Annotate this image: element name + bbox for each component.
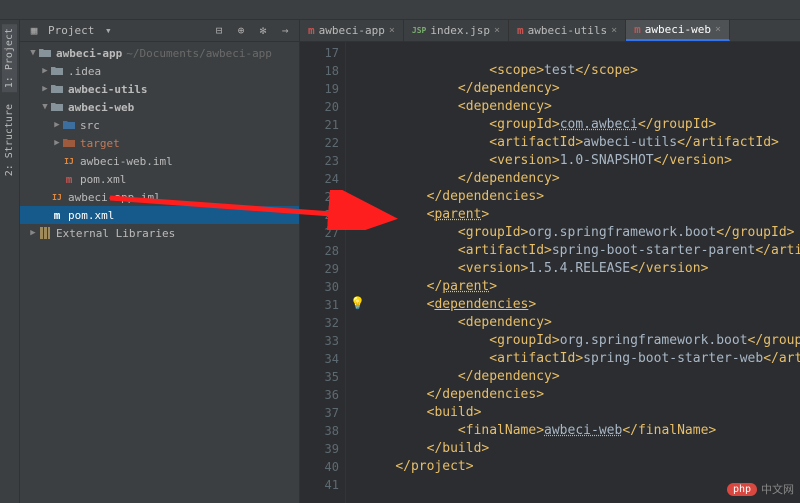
folder-icon <box>50 82 64 96</box>
maven-icon: m <box>517 24 524 37</box>
tree-root[interactable]: ▼ awbeci-app ~/Documents/awbeci-app <box>20 44 299 62</box>
iml-icon: IJ <box>50 190 64 204</box>
tab-label: awbeci-web <box>645 23 711 36</box>
tab-label: awbeci-utils <box>528 24 607 37</box>
close-icon[interactable]: × <box>715 24 721 35</box>
dropdown-icon[interactable]: ▾ <box>100 23 116 39</box>
tree-item-utils[interactable]: ▶ awbeci-utils <box>20 80 299 98</box>
watermark: php 中文网 <box>727 481 794 497</box>
project-tree[interactable]: ▼ awbeci-app ~/Documents/awbeci-app ▶ .i… <box>20 42 299 503</box>
tree-item-web-pom[interactable]: m pom.xml <box>20 170 299 188</box>
tree-item-web-iml[interactable]: IJ awbeci-web.iml <box>20 152 299 170</box>
folder-icon <box>62 136 76 150</box>
root-path: ~/Documents/awbeci-app <box>126 47 272 60</box>
maven-icon: m <box>634 23 641 36</box>
rail-tab-project[interactable]: 1: Project <box>2 24 17 92</box>
tab-index-jsp[interactable]: JSP index.jsp × <box>404 20 509 41</box>
project-panel: ▦ Project ▾ ⊟ ⊕ ✻ → ▼ awbeci-app ~/Docum… <box>20 20 300 503</box>
close-icon[interactable]: × <box>494 25 500 36</box>
tree-ext-libs[interactable]: ▶ External Libraries <box>20 224 299 242</box>
tab-awbeci-utils[interactable]: m awbeci-utils × <box>509 20 626 41</box>
maven-icon: m <box>308 24 315 37</box>
project-view-icon[interactable]: ▦ <box>26 23 42 39</box>
maven-icon: m <box>50 208 64 222</box>
panel-title: Project <box>48 24 94 37</box>
code-content[interactable]: <scope>test</scope> </dependency> <depen… <box>346 42 800 503</box>
close-icon[interactable]: × <box>389 25 395 36</box>
tab-label: awbeci-app <box>319 24 385 37</box>
editor-tabs: m awbeci-app × JSP index.jsp × m awbeci-… <box>300 20 800 42</box>
tree-item-target[interactable]: ▶ target <box>20 134 299 152</box>
jsp-icon: JSP <box>412 26 426 35</box>
watermark-text: 中文网 <box>761 481 794 497</box>
locate-icon[interactable]: ⊕ <box>233 23 249 39</box>
folder-icon <box>50 64 64 78</box>
tree-item-idea[interactable]: ▶ .idea <box>20 62 299 80</box>
library-icon <box>38 226 52 240</box>
code-pane[interactable]: 1718192021222324252627282930313233343536… <box>300 42 800 503</box>
rail-tab-structure[interactable]: 2: Structure <box>2 100 17 180</box>
gear-icon[interactable]: ✻ <box>255 23 271 39</box>
left-tool-rail: 1: Project 2: Structure <box>0 20 20 503</box>
tree-item-web[interactable]: ▼ awbeci-web <box>20 98 299 116</box>
tab-awbeci-app[interactable]: m awbeci-app × <box>300 20 404 41</box>
collapse-icon[interactable]: ⊟ <box>211 23 227 39</box>
watermark-badge: php <box>727 483 757 496</box>
project-panel-header: ▦ Project ▾ ⊟ ⊕ ✻ → <box>20 20 299 42</box>
tree-item-app-iml[interactable]: IJ awbeci-app.iml <box>20 188 299 206</box>
folder-icon <box>38 46 52 60</box>
line-gutter: 1718192021222324252627282930313233343536… <box>300 42 346 503</box>
intention-bulb-icon[interactable]: 💡 <box>350 296 365 310</box>
close-icon[interactable]: × <box>611 25 617 36</box>
toolbar <box>0 0 800 20</box>
editor-area: m awbeci-app × JSP index.jsp × m awbeci-… <box>300 20 800 503</box>
folder-icon <box>62 118 76 132</box>
folder-icon <box>50 100 64 114</box>
hide-icon[interactable]: → <box>277 23 293 39</box>
tree-item-src[interactable]: ▶ src <box>20 116 299 134</box>
tree-item-app-pom[interactable]: m pom.xml <box>20 206 299 224</box>
tab-label: index.jsp <box>430 24 490 37</box>
maven-icon: m <box>62 172 76 186</box>
tab-awbeci-web[interactable]: m awbeci-web × <box>626 20 730 41</box>
iml-icon: IJ <box>62 154 76 168</box>
